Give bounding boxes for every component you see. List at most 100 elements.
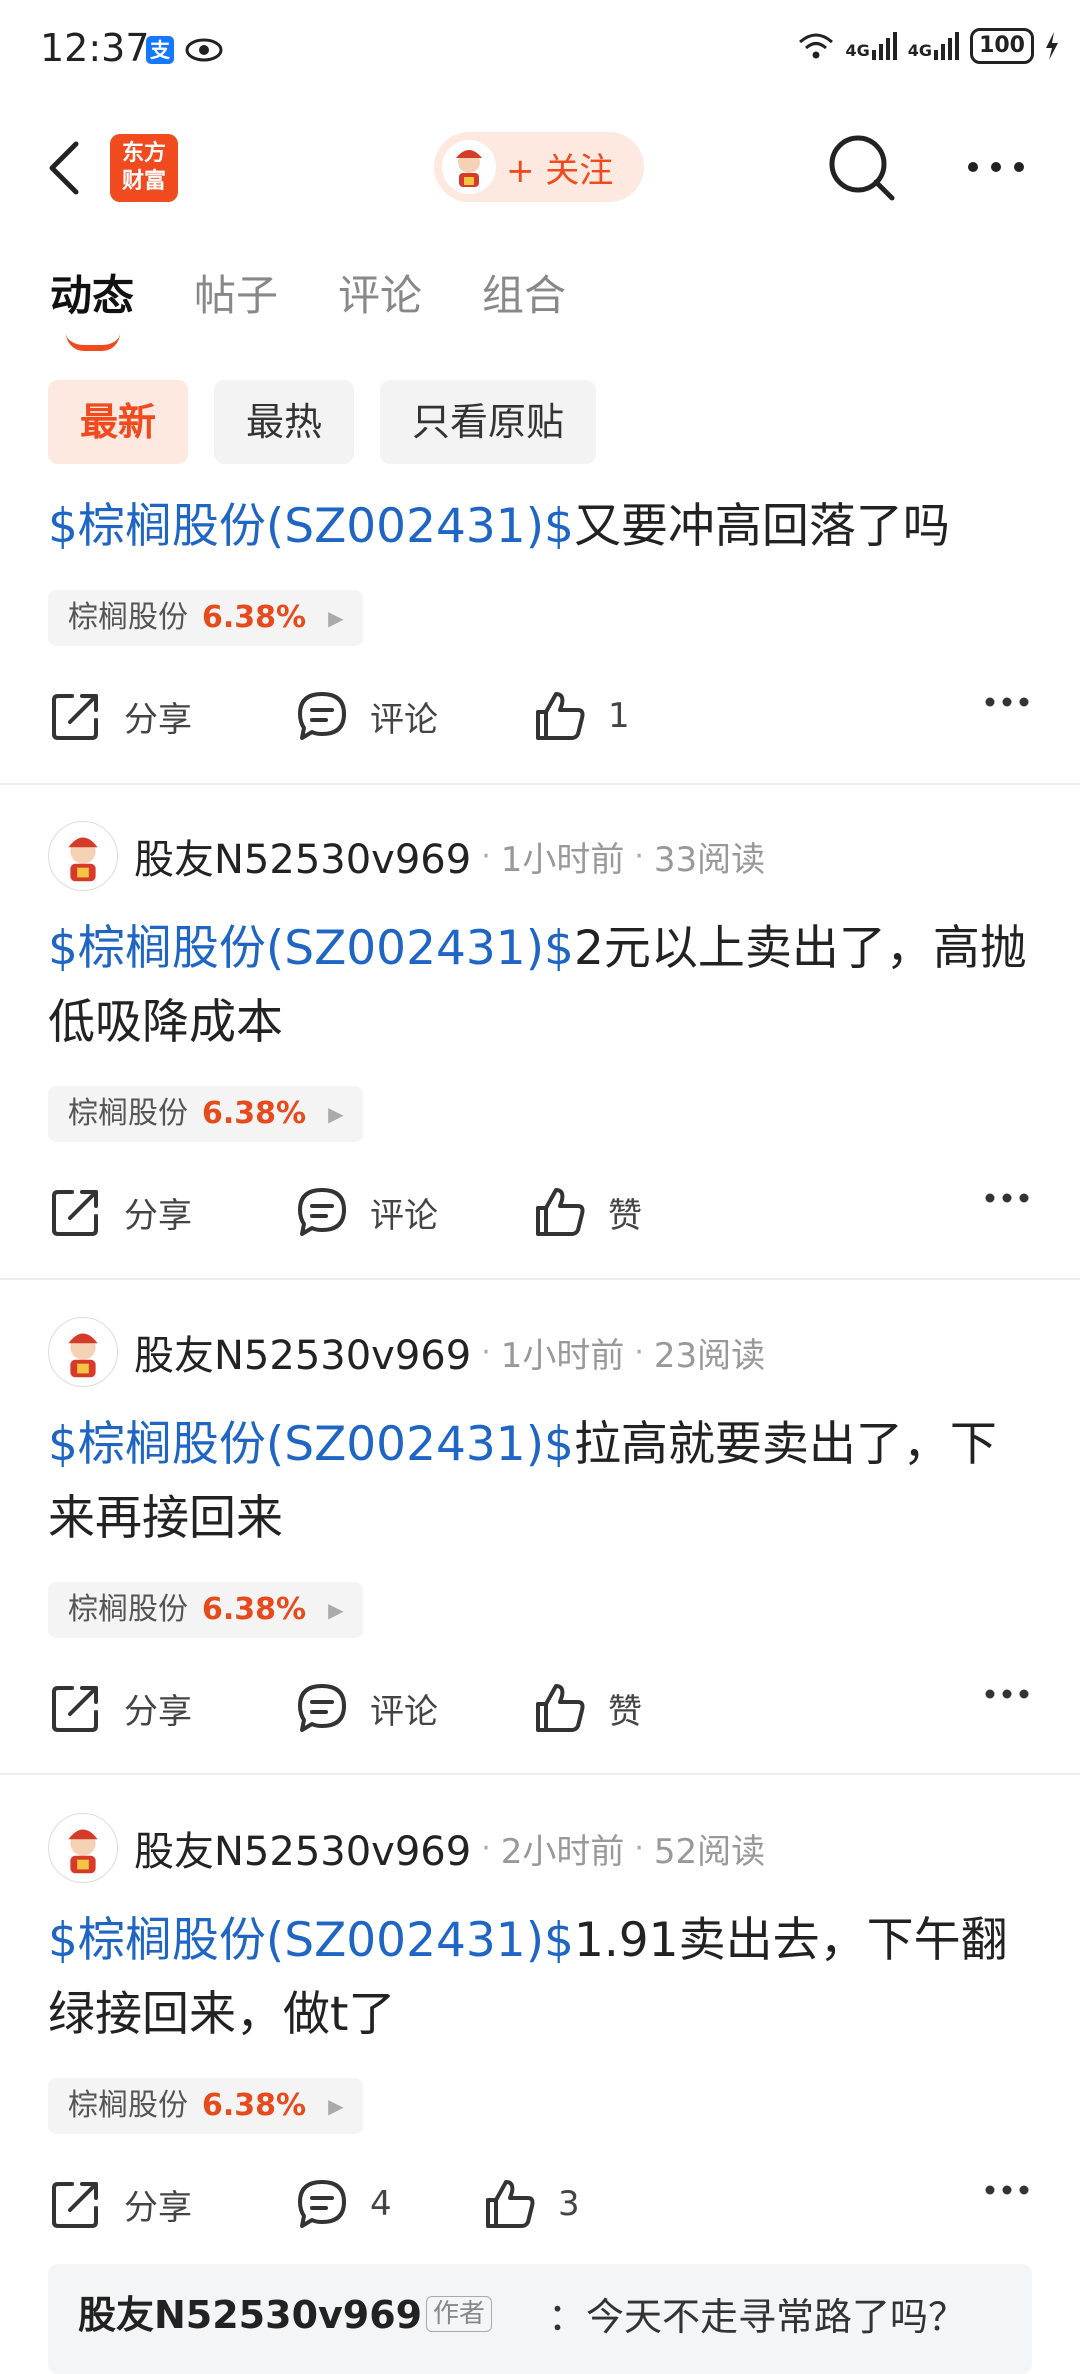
- comment-button[interactable]: 4: [294, 2164, 392, 2244]
- like-label: 1: [608, 696, 630, 736]
- reply-author[interactable]: 股友N52530v969: [78, 2284, 422, 2339]
- like-button[interactable]: 赞: [532, 1668, 642, 1748]
- read-count: 23阅读: [653, 1335, 766, 1376]
- alipay-icon: 支: [146, 36, 174, 64]
- more-options-icon[interactable]: [984, 1192, 1030, 1204]
- wifi-icon: [798, 33, 833, 59]
- user-avatar-icon[interactable]: [48, 1317, 118, 1387]
- share-icon: [52, 2182, 98, 2228]
- caret-right-icon: ▶: [328, 606, 344, 630]
- post-actions: 分享 4 3: [48, 2164, 1038, 2244]
- thumbs-up-icon: [536, 1188, 585, 1236]
- caret-right-icon: ▶: [328, 1598, 344, 1622]
- stock-tag-change: 6.38%: [202, 2088, 307, 2123]
- post-content[interactable]: $棕榈股份(SZ002431)$拉高就要卖出了，下来再接回来: [48, 1408, 1038, 1556]
- stock-tag-change: 6.38%: [202, 1096, 307, 1131]
- stock-tag-name: 棕榈股份: [68, 600, 188, 635]
- thumbs-up-icon: [486, 2180, 535, 2228]
- share-icon: [52, 694, 98, 740]
- post-actions: 分享 评论 赞: [48, 1172, 1038, 1252]
- more-options-icon[interactable]: [966, 160, 1026, 174]
- stock-tag-name: 棕榈股份: [68, 1592, 188, 1627]
- signal-icon-2: 4G: [908, 32, 960, 60]
- like-label: 赞: [608, 1195, 642, 1236]
- post-content[interactable]: $棕榈股份(SZ002431)$1.91卖出去，下午翻绿接回来，做t了: [48, 1904, 1038, 2052]
- eastmoney-logo: 东方 财富: [110, 134, 178, 202]
- stock-link[interactable]: $棕榈股份(SZ002431)$: [48, 921, 574, 976]
- comment-button[interactable]: 评论: [294, 1172, 438, 1252]
- more-options-icon[interactable]: [984, 1688, 1030, 1700]
- comment-label: 评论: [370, 699, 438, 740]
- post-content[interactable]: $棕榈股份(SZ002431)$又要冲高回落了吗: [48, 490, 1038, 564]
- author-badge: 作者: [426, 2296, 493, 2332]
- stock-link[interactable]: $棕榈股份(SZ002431)$: [48, 499, 574, 554]
- post-time: 2小时前: [500, 1831, 625, 1872]
- share-icon: [52, 1686, 98, 1732]
- search-icon[interactable]: [828, 134, 898, 204]
- sort-filters: 最新 最热 只看原贴: [48, 380, 597, 464]
- profile-tabs: 动态 帖子 评论 组合: [50, 262, 566, 351]
- stock-tag[interactable]: 棕榈股份 6.38% ▶: [48, 1582, 364, 1638]
- filter-original-only[interactable]: 只看原贴: [380, 380, 597, 464]
- share-button[interactable]: 分享: [48, 1172, 192, 1252]
- share-label: 分享: [124, 2187, 192, 2228]
- stock-link[interactable]: $棕榈股份(SZ002431)$: [48, 1417, 574, 1472]
- user-avatar-icon[interactable]: [48, 821, 118, 891]
- divider: [0, 1773, 1080, 1775]
- comment-count: 4: [370, 2184, 392, 2224]
- top-nav: 东方 财富 + 关注: [0, 120, 1080, 220]
- share-label: 分享: [124, 699, 192, 740]
- reply-text: ：今天不走寻常路了吗？: [548, 2295, 967, 2339]
- tab-comments[interactable]: 评论: [338, 262, 422, 323]
- more-options-icon[interactable]: [984, 2184, 1030, 2196]
- post-actions: 分享 评论 赞: [48, 1668, 1038, 1748]
- reply-preview[interactable]: 股友N52530v969 作者 ：今天不走寻常路了吗？: [48, 2264, 1032, 2374]
- status-bar: 12:37 支 4G 4G 100: [0, 0, 1080, 100]
- share-label: 分享: [124, 1691, 192, 1732]
- user-avatar-icon[interactable]: [48, 1813, 118, 1883]
- stock-tag-change: 6.38%: [202, 600, 307, 635]
- post-meta: 股友N52530v969 · 2小时前 · 52阅读: [48, 1812, 765, 1884]
- post-text: 又要冲高回落了吗: [573, 499, 950, 554]
- charging-icon: [1046, 32, 1058, 60]
- signal-icon-1: 4G: [846, 32, 898, 60]
- tab-posts[interactable]: 帖子: [194, 262, 278, 323]
- author-name[interactable]: 股友N52530v969: [134, 1819, 471, 1877]
- post-actions: 分享 评论 1: [48, 676, 1038, 756]
- share-button[interactable]: 分享: [48, 1668, 192, 1748]
- post-meta: 股友N52530v969 · 1小时前 · 33阅读: [48, 820, 765, 892]
- comment-label: 评论: [370, 1195, 438, 1236]
- comment-icon: [298, 2180, 346, 2228]
- comment-button[interactable]: 评论: [294, 676, 438, 756]
- stock-tag-change: 6.38%: [202, 1592, 307, 1627]
- share-button[interactable]: 分享: [48, 2164, 192, 2244]
- share-button[interactable]: 分享: [48, 676, 192, 756]
- filter-latest[interactable]: 最新: [48, 380, 189, 464]
- stock-tag[interactable]: 棕榈股份 6.38% ▶: [48, 2078, 364, 2134]
- thumbs-up-icon: [536, 692, 585, 740]
- read-count: 52阅读: [653, 1831, 766, 1872]
- comment-button[interactable]: 评论: [294, 1668, 438, 1748]
- tab-activity[interactable]: 动态: [50, 262, 134, 351]
- tab-portfolio[interactable]: 组合: [482, 262, 566, 323]
- like-button[interactable]: 1: [532, 676, 630, 756]
- like-button[interactable]: 3: [482, 2164, 580, 2244]
- stock-tag-name: 棕榈股份: [68, 2088, 188, 2123]
- follow-label: + 关注: [506, 150, 614, 191]
- follow-button[interactable]: + 关注: [434, 132, 644, 202]
- divider: [0, 783, 1080, 785]
- comment-icon: [298, 1684, 346, 1732]
- post-content[interactable]: $棕榈股份(SZ002431)$2元以上卖出了，高抛低吸降成本: [48, 912, 1038, 1060]
- status-time: 12:37: [40, 26, 150, 70]
- more-options-icon[interactable]: [984, 696, 1030, 708]
- filter-hot[interactable]: 最热: [214, 380, 355, 464]
- caret-right-icon: ▶: [328, 2094, 344, 2118]
- share-icon: [52, 1190, 98, 1236]
- stock-tag[interactable]: 棕榈股份 6.38% ▶: [48, 1086, 364, 1142]
- stock-link[interactable]: $棕榈股份(SZ002431)$: [48, 1913, 574, 1968]
- back-arrow-icon[interactable]: [44, 140, 84, 196]
- author-name[interactable]: 股友N52530v969: [134, 827, 471, 885]
- author-name[interactable]: 股友N52530v969: [134, 1323, 471, 1381]
- like-button[interactable]: 赞: [532, 1172, 642, 1252]
- stock-tag[interactable]: 棕榈股份 6.38% ▶: [48, 590, 364, 646]
